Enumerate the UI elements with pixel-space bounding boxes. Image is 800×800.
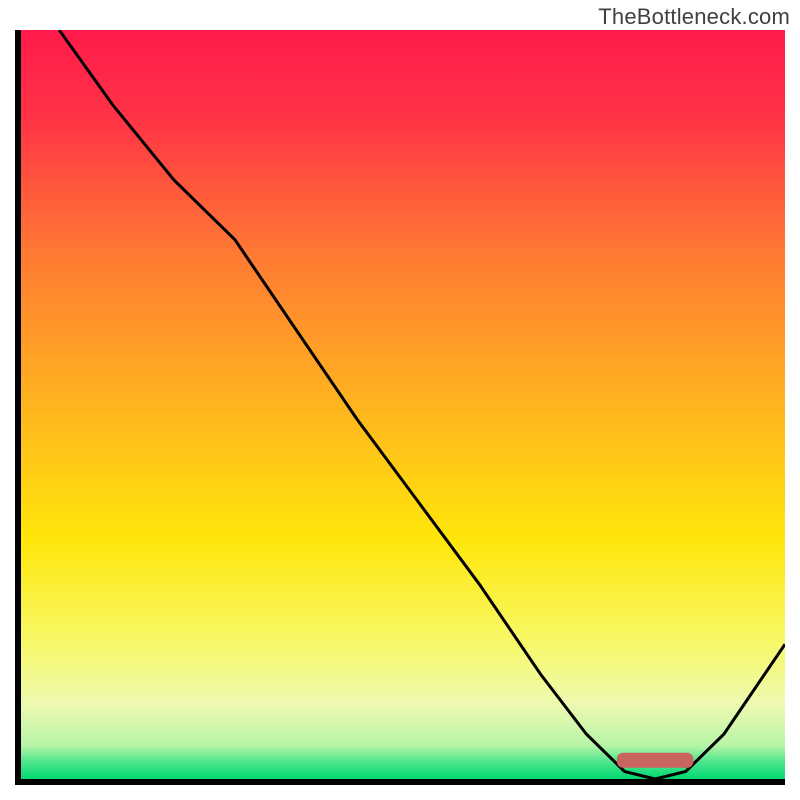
chart-container: TheBottleneck.com: [0, 0, 800, 800]
plot-frame: [15, 30, 785, 785]
chart-svg: [21, 30, 785, 779]
watermark-text: TheBottleneck.com: [598, 4, 790, 30]
heatmap-background: [21, 30, 785, 779]
plot-area: [21, 30, 785, 779]
optimal-range-marker: [617, 753, 693, 768]
